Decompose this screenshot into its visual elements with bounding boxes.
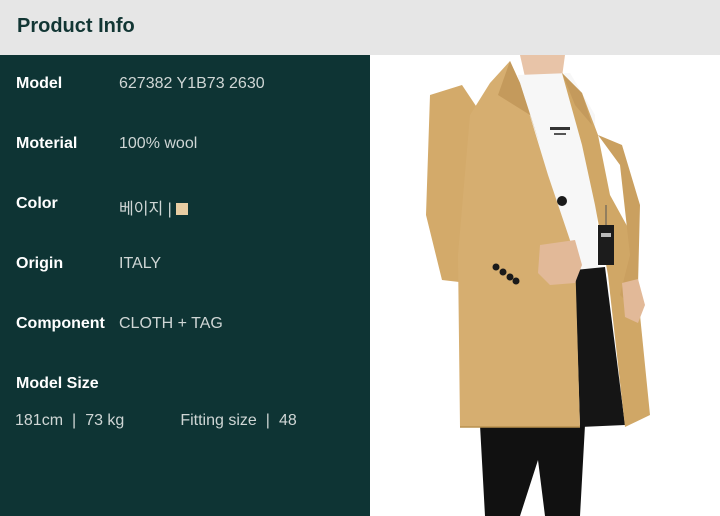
model-size-row: 181cm | 73 kg Fitting size | 48 (15, 412, 297, 430)
separator: | (265, 412, 270, 429)
model-size-label: Model Size (16, 375, 99, 392)
spec-value-material: 100% wool (119, 135, 198, 152)
spec-value-component: CLOTH + TAG (119, 315, 223, 332)
separator: | (72, 412, 77, 429)
spec-label-material: Moterial (16, 135, 78, 152)
model-height: 181cm (15, 412, 64, 429)
color-text: 베이지 | (119, 201, 172, 218)
spec-value-model: 627382 Y1B73 2630 (119, 75, 265, 92)
color-swatch (175, 203, 188, 215)
page-title: Product Info (17, 15, 135, 37)
product-photo (370, 55, 720, 516)
spec-label-color: Color (16, 195, 58, 212)
fitting-size-value: 48 (278, 412, 297, 429)
spec-value-color: 베이지 | (119, 195, 188, 219)
header-bar: Product Info (0, 0, 720, 55)
spec-panel (0, 55, 370, 516)
fitting-size-label: Fitting size (180, 412, 257, 429)
model-weight: 73 kg (85, 412, 125, 429)
spec-label-origin: Origin (16, 255, 64, 272)
spec-value-origin: ITALY (119, 255, 162, 272)
spec-label-model: Model (16, 75, 63, 92)
spec-label-component: Component (16, 315, 105, 332)
coat-model-image (426, 55, 650, 516)
